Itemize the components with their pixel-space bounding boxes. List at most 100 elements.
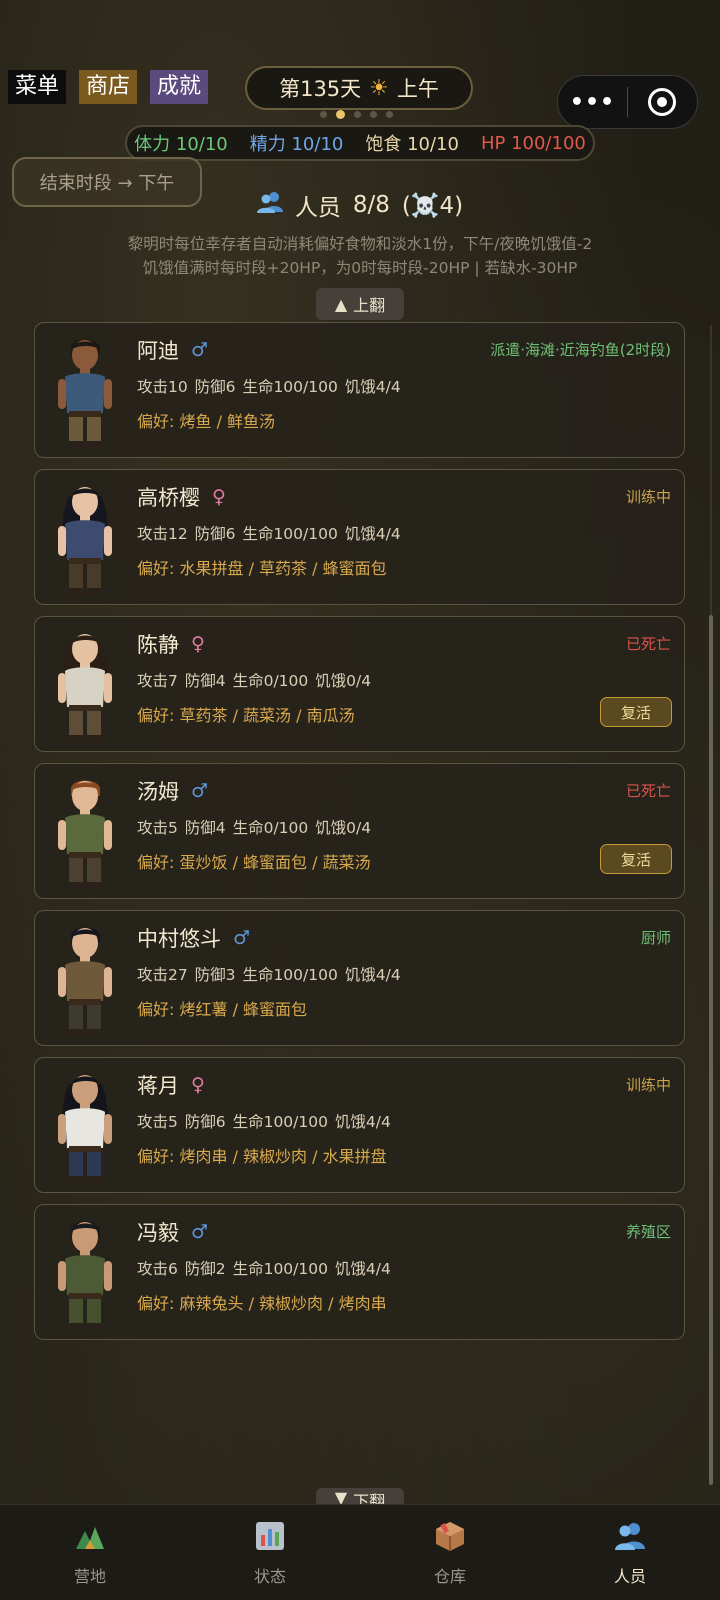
sun-icon: ☀	[369, 75, 389, 101]
day-period: 上午	[396, 77, 439, 101]
survivor-avatar	[47, 772, 123, 892]
survivor-status: 训练中	[625, 488, 671, 506]
survivor-status: 已死亡	[625, 782, 671, 800]
survivor-card[interactable]: 陈静 ♀ 已死亡 攻击7 防御4 生命0/100 饥饿0/4 偏好: 草药茶 /…	[34, 616, 685, 752]
survivor-card[interactable]: 汤姆 ♂ 已死亡 攻击5 防御4 生命0/100 饥饿0/4 偏好: 蛋炒饭 /…	[34, 763, 685, 899]
survivor-name: 陈静	[137, 633, 179, 657]
tab-label: 状态	[253, 1567, 286, 1586]
survivor-avatar	[47, 331, 123, 451]
female-icon: ♀	[191, 1074, 205, 1096]
people-header: 人员 8/8 (☠️4)	[0, 188, 720, 222]
tab-camp[interactable]: 营地	[0, 1505, 180, 1600]
survivor-name-row: 冯毅 ♂	[137, 1217, 208, 1247]
dead-count: (☠️4)	[401, 192, 464, 219]
camp-icon	[73, 1519, 107, 1553]
survivor-attributes: 攻击12 防御6 生命100/100 饥饿4/4	[137, 525, 401, 543]
more-options-button[interactable]: •••	[558, 90, 627, 115]
day-label: 第135天	[279, 77, 362, 101]
survivor-food-preferences: 偏好: 蛋炒饭 / 蜂蜜面包 / 蔬菜汤	[137, 853, 371, 872]
survivor-attributes: 攻击5 防御4 生命0/100 饥饿0/4	[137, 819, 372, 837]
survivor-avatar	[47, 625, 123, 745]
shop-button[interactable]: 商店	[79, 70, 138, 104]
survivor-card[interactable]: 中村悠斗 ♂ 厨师 攻击27 防御3 生命100/100 饥饿4/4 偏好: 烤…	[34, 910, 685, 1046]
page-dot	[336, 110, 345, 119]
page-up-button[interactable]: ▲ 上翻	[316, 288, 404, 320]
male-icon: ♂	[191, 339, 209, 361]
survivor-status: 训练中	[625, 1076, 671, 1094]
scrollbar-thumb[interactable]	[709, 615, 713, 1485]
survivor-name: 冯毅	[137, 1221, 179, 1245]
rules-description: 黎明时每位幸存者自动消耗偏好食物和淡水1份，下午/夜晚饥饿值-2 饥饿值满时每时…	[0, 232, 720, 280]
survivor-status: 已死亡	[625, 635, 671, 653]
chart-icon	[253, 1519, 287, 1553]
satiety-stat: 饱食 10/10	[365, 134, 459, 155]
survivor-name-row: 阿迪 ♂	[137, 335, 208, 365]
survivor-card[interactable]: 蒋月 ♀ 训练中 攻击5 防御6 生命100/100 饥饿4/4 偏好: 烤肉串…	[34, 1057, 685, 1193]
survivor-food-preferences: 偏好: 麻辣兔头 / 辣椒炒肉 / 烤肉串	[137, 1294, 387, 1313]
survivor-name: 汤姆	[137, 780, 179, 804]
survivor-attributes: 攻击6 防御2 生命100/100 饥饿4/4	[137, 1260, 391, 1278]
male-icon: ♂	[191, 780, 209, 802]
female-icon: ♀	[212, 486, 226, 508]
survivor-status: 厨师	[640, 929, 671, 947]
survivor-name-row: 汤姆 ♂	[137, 776, 208, 806]
survivor-food-preferences: 偏好: 水果拼盘 / 草药茶 / 蜂蜜面包	[137, 559, 387, 578]
survivor-attributes: 攻击7 防御4 生命0/100 饥饿0/4	[137, 672, 372, 690]
revive-button[interactable]: 复活	[600, 844, 672, 874]
survivor-name: 蒋月	[137, 1074, 179, 1098]
tab-label: 仓库	[433, 1567, 466, 1586]
target-icon	[648, 88, 677, 116]
rules-line-1: 黎明时每位幸存者自动消耗偏好食物和淡水1份，下午/夜晚饥饿值-2	[127, 235, 593, 253]
survivor-name: 阿迪	[137, 339, 179, 363]
survivor-card[interactable]: 阿迪 ♂ 派遣·海滩·近海钓鱼(2时段) 攻击10 防御6 生命100/100 …	[34, 322, 685, 458]
page-up-label: 上翻	[353, 296, 386, 315]
survivor-food-preferences: 偏好: 烤肉串 / 辣椒炒肉 / 水果拼盘	[137, 1147, 387, 1166]
stats-bar: 体力 10/10 精力 10/10 饱食 10/10 HP 100/100	[125, 125, 595, 161]
tab-label: 营地	[73, 1567, 106, 1586]
survivor-food-preferences: 偏好: 草药茶 / 蔬菜汤 / 南瓜汤	[137, 706, 355, 725]
people-count: 8/8	[352, 192, 390, 218]
close-miniprogram-button[interactable]	[628, 88, 697, 116]
page-dot	[370, 111, 377, 118]
tab-chart[interactable]: 状态	[180, 1505, 360, 1600]
survivor-food-preferences: 偏好: 烤红薯 / 蜂蜜面包	[137, 1000, 308, 1019]
survivor-list: 阿迪 ♂ 派遣·海滩·近海钓鱼(2时段) 攻击10 防御6 生命100/100 …	[34, 322, 685, 1351]
list-scrollbar[interactable]	[708, 325, 714, 1485]
survivor-status: 养殖区	[625, 1223, 671, 1241]
survivor-avatar	[47, 478, 123, 598]
miniprogram-capsule: •••	[557, 75, 698, 129]
hp-stat: HP 100/100	[480, 132, 586, 154]
male-icon: ♂	[233, 927, 251, 949]
rules-line-2: 饥饿值满时每时段+20HP，为0时每时段-20HP | 若缺水-30HP	[142, 259, 578, 277]
achievements-button[interactable]: 成就	[150, 70, 209, 104]
survivor-card[interactable]: 高桥樱 ♀ 训练中 攻击12 防御6 生命100/100 饥饿4/4 偏好: 水…	[34, 469, 685, 605]
bottom-tab-bar: 营地 状态 仓库 人员	[0, 1504, 720, 1600]
tab-people[interactable]: 人员	[540, 1505, 720, 1600]
page-dot	[386, 111, 393, 118]
triangle-up-icon: ▲	[334, 294, 348, 314]
survivor-card[interactable]: 冯毅 ♂ 养殖区 攻击6 防御2 生命100/100 饥饿4/4 偏好: 麻辣兔…	[34, 1204, 685, 1340]
people-icon	[613, 1519, 647, 1553]
female-icon: ♀	[191, 633, 205, 655]
survivor-name: 中村悠斗	[137, 927, 221, 951]
survivor-name-row: 陈静 ♀	[137, 629, 205, 659]
survivor-status: 派遣·海滩·近海钓鱼(2时段)	[490, 341, 671, 359]
revive-button[interactable]: 复活	[600, 697, 672, 727]
survivor-avatar	[47, 1066, 123, 1186]
menu-button[interactable]: 菜单	[8, 70, 67, 104]
survivor-name-row: 中村悠斗 ♂	[137, 923, 250, 953]
survivor-attributes: 攻击5 防御6 生命100/100 饥饿4/4	[137, 1113, 391, 1131]
box-icon	[433, 1519, 467, 1553]
survivor-food-preferences: 偏好: 烤鱼 / 鲜鱼汤	[137, 412, 276, 431]
stamina-stat: 体力 10/10	[134, 134, 228, 155]
people-icon	[256, 190, 283, 220]
page-dot	[320, 111, 327, 118]
male-icon: ♂	[191, 1221, 209, 1243]
survivor-attributes: 攻击27 防御3 生命100/100 饥饿4/4	[137, 966, 401, 984]
day-indicator: 第135天 ☀ 上午	[245, 66, 473, 110]
survivor-name-row: 高桥樱 ♀	[137, 482, 226, 512]
tab-box[interactable]: 仓库	[360, 1505, 540, 1600]
tab-label: 人员	[613, 1567, 646, 1586]
survivor-attributes: 攻击10 防御6 生命100/100 饥饿4/4	[137, 378, 401, 396]
survivor-avatar	[47, 919, 123, 1039]
